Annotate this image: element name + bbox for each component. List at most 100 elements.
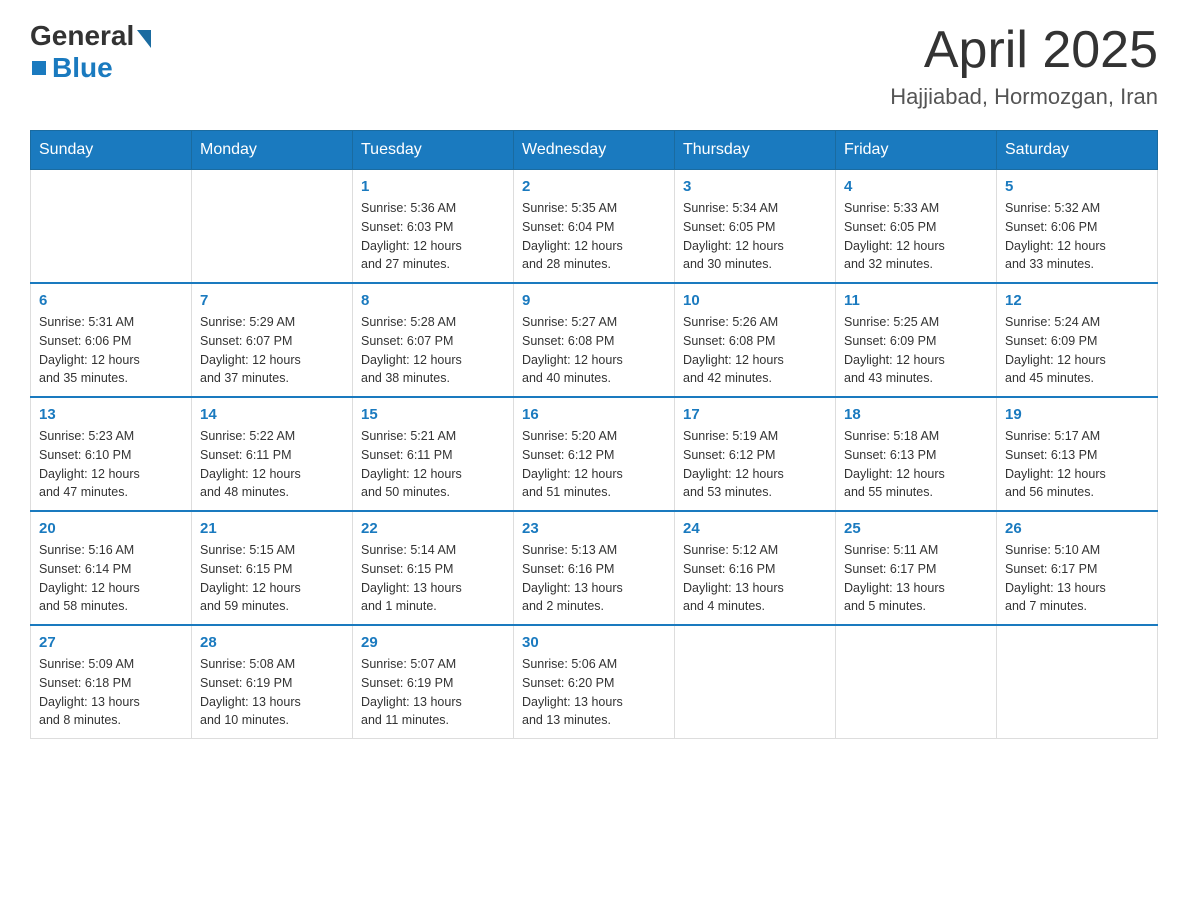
calendar-cell: 8 Sunrise: 5:28 AMSunset: 6:07 PMDaylight… (353, 283, 514, 397)
calendar-cell: 16 Sunrise: 5:20 AMSunset: 6:12 PMDayligh… (514, 397, 675, 511)
day-info: Sunrise: 5:33 AMSunset: 6:05 PMDaylight:… (844, 199, 988, 274)
day-header-wednesday: Wednesday (514, 131, 675, 170)
calendar-cell: 11 Sunrise: 5:25 AMSunset: 6:09 PMDayligh… (836, 283, 997, 397)
day-info: Sunrise: 5:06 AMSunset: 6:20 PMDaylight:… (522, 655, 666, 730)
logo-blue-text: Blue (52, 52, 113, 84)
day-number: 7 (200, 292, 344, 309)
calendar-week-row: 1 Sunrise: 5:36 AMSunset: 6:03 PMDaylight… (31, 170, 1158, 284)
day-info: Sunrise: 5:17 AMSunset: 6:13 PMDaylight:… (1005, 427, 1149, 502)
calendar-week-row: 27 Sunrise: 5:09 AMSunset: 6:18 PMDayligh… (31, 625, 1158, 739)
day-header-saturday: Saturday (997, 131, 1158, 170)
day-number: 26 (1005, 520, 1149, 537)
day-info: Sunrise: 5:34 AMSunset: 6:05 PMDaylight:… (683, 199, 827, 274)
calendar-cell: 18 Sunrise: 5:18 AMSunset: 6:13 PMDayligh… (836, 397, 997, 511)
day-info: Sunrise: 5:21 AMSunset: 6:11 PMDaylight:… (361, 427, 505, 502)
calendar-week-row: 20 Sunrise: 5:16 AMSunset: 6:14 PMDayligh… (31, 511, 1158, 625)
calendar-cell: 26 Sunrise: 5:10 AMSunset: 6:17 PMDayligh… (997, 511, 1158, 625)
day-info: Sunrise: 5:29 AMSunset: 6:07 PMDaylight:… (200, 313, 344, 388)
logo: General Blue (30, 20, 151, 84)
calendar-cell: 30 Sunrise: 5:06 AMSunset: 6:20 PMDayligh… (514, 625, 675, 739)
day-number: 1 (361, 178, 505, 195)
day-header-thursday: Thursday (675, 131, 836, 170)
day-info: Sunrise: 5:12 AMSunset: 6:16 PMDaylight:… (683, 541, 827, 616)
day-info: Sunrise: 5:18 AMSunset: 6:13 PMDaylight:… (844, 427, 988, 502)
day-header-monday: Monday (192, 131, 353, 170)
calendar-cell: 3 Sunrise: 5:34 AMSunset: 6:05 PMDaylight… (675, 170, 836, 284)
calendar-cell: 7 Sunrise: 5:29 AMSunset: 6:07 PMDaylight… (192, 283, 353, 397)
day-number: 22 (361, 520, 505, 537)
calendar-cell: 20 Sunrise: 5:16 AMSunset: 6:14 PMDayligh… (31, 511, 192, 625)
calendar-cell (31, 170, 192, 284)
day-number: 14 (200, 406, 344, 423)
calendar-table: SundayMondayTuesdayWednesdayThursdayFrid… (30, 130, 1158, 739)
day-info: Sunrise: 5:13 AMSunset: 6:16 PMDaylight:… (522, 541, 666, 616)
calendar-cell: 2Sunrise: 5:35 AMSunset: 6:04 PMDaylight… (514, 170, 675, 284)
day-info: Sunrise: 5:14 AMSunset: 6:15 PMDaylight:… (361, 541, 505, 616)
day-number: 15 (361, 406, 505, 423)
day-header-sunday: Sunday (31, 131, 192, 170)
calendar-cell: 21Sunrise: 5:15 AMSunset: 6:15 PMDayligh… (192, 511, 353, 625)
calendar-cell: 22 Sunrise: 5:14 AMSunset: 6:15 PMDayligh… (353, 511, 514, 625)
calendar-cell: 14Sunrise: 5:22 AMSunset: 6:11 PMDayligh… (192, 397, 353, 511)
day-info: Sunrise: 5:08 AMSunset: 6:19 PMDaylight:… (200, 655, 344, 730)
day-info: Sunrise: 5:26 AMSunset: 6:08 PMDaylight:… (683, 313, 827, 388)
day-number: 27 (39, 634, 183, 651)
day-info: Sunrise: 5:28 AMSunset: 6:07 PMDaylight:… (361, 313, 505, 388)
month-title: April 2025 (890, 20, 1158, 80)
calendar-cell: 24 Sunrise: 5:12 AMSunset: 6:16 PMDayligh… (675, 511, 836, 625)
day-number: 5 (1005, 178, 1149, 195)
day-number: 19 (1005, 406, 1149, 423)
day-info: Sunrise: 5:20 AMSunset: 6:12 PMDaylight:… (522, 427, 666, 502)
day-info: Sunrise: 5:16 AMSunset: 6:14 PMDaylight:… (39, 541, 183, 616)
calendar-cell: 23 Sunrise: 5:13 AMSunset: 6:16 PMDayligh… (514, 511, 675, 625)
day-number: 29 (361, 634, 505, 651)
day-number: 12 (1005, 292, 1149, 309)
calendar-cell: 13Sunrise: 5:23 AMSunset: 6:10 PMDayligh… (31, 397, 192, 511)
calendar-cell: 10Sunrise: 5:26 AMSunset: 6:08 PMDayligh… (675, 283, 836, 397)
day-number: 23 (522, 520, 666, 537)
day-info: Sunrise: 5:09 AMSunset: 6:18 PMDaylight:… (39, 655, 183, 730)
day-number: 18 (844, 406, 988, 423)
day-number: 8 (361, 292, 505, 309)
calendar-cell: 9 Sunrise: 5:27 AMSunset: 6:08 PMDaylight… (514, 283, 675, 397)
day-number: 24 (683, 520, 827, 537)
day-number: 16 (522, 406, 666, 423)
calendar-cell: 17Sunrise: 5:19 AMSunset: 6:12 PMDayligh… (675, 397, 836, 511)
day-number: 3 (683, 178, 827, 195)
calendar-cell: 29Sunrise: 5:07 AMSunset: 6:19 PMDayligh… (353, 625, 514, 739)
day-number: 17 (683, 406, 827, 423)
calendar-cell: 27 Sunrise: 5:09 AMSunset: 6:18 PMDayligh… (31, 625, 192, 739)
calendar-cell: 15 Sunrise: 5:21 AMSunset: 6:11 PMDayligh… (353, 397, 514, 511)
page-header: General Blue April 2025 Hajjiabad, Hormo… (30, 20, 1158, 110)
calendar-cell: 19 Sunrise: 5:17 AMSunset: 6:13 PMDayligh… (997, 397, 1158, 511)
day-number: 4 (844, 178, 988, 195)
day-number: 6 (39, 292, 183, 309)
day-info: Sunrise: 5:23 AMSunset: 6:10 PMDaylight:… (39, 427, 183, 502)
day-info: Sunrise: 5:27 AMSunset: 6:08 PMDaylight:… (522, 313, 666, 388)
day-number: 9 (522, 292, 666, 309)
day-info: Sunrise: 5:25 AMSunset: 6:09 PMDaylight:… (844, 313, 988, 388)
day-number: 28 (200, 634, 344, 651)
day-header-tuesday: Tuesday (353, 131, 514, 170)
day-info: Sunrise: 5:36 AMSunset: 6:03 PMDaylight:… (361, 199, 505, 274)
day-number: 30 (522, 634, 666, 651)
day-info: Sunrise: 5:10 AMSunset: 6:17 PMDaylight:… (1005, 541, 1149, 616)
day-info: Sunrise: 5:32 AMSunset: 6:06 PMDaylight:… (1005, 199, 1149, 274)
day-header-friday: Friday (836, 131, 997, 170)
calendar-cell: 1 Sunrise: 5:36 AMSunset: 6:03 PMDaylight… (353, 170, 514, 284)
title-section: April 2025 Hajjiabad, Hormozgan, Iran (890, 20, 1158, 110)
calendar-header-row: SundayMondayTuesdayWednesdayThursdayFrid… (31, 131, 1158, 170)
calendar-cell: 5 Sunrise: 5:32 AMSunset: 6:06 PMDaylight… (997, 170, 1158, 284)
calendar-cell: 25Sunrise: 5:11 AMSunset: 6:17 PMDayligh… (836, 511, 997, 625)
calendar-cell: 28 Sunrise: 5:08 AMSunset: 6:19 PMDayligh… (192, 625, 353, 739)
day-number: 11 (844, 292, 988, 309)
calendar-week-row: 6Sunrise: 5:31 AMSunset: 6:06 PMDaylight… (31, 283, 1158, 397)
calendar-cell: 12 Sunrise: 5:24 AMSunset: 6:09 PMDayligh… (997, 283, 1158, 397)
day-number: 20 (39, 520, 183, 537)
calendar-cell (675, 625, 836, 739)
logo-arrow-icon (137, 30, 151, 48)
day-number: 21 (200, 520, 344, 537)
day-info: Sunrise: 5:24 AMSunset: 6:09 PMDaylight:… (1005, 313, 1149, 388)
calendar-cell (836, 625, 997, 739)
logo-general-text: General (30, 20, 134, 52)
